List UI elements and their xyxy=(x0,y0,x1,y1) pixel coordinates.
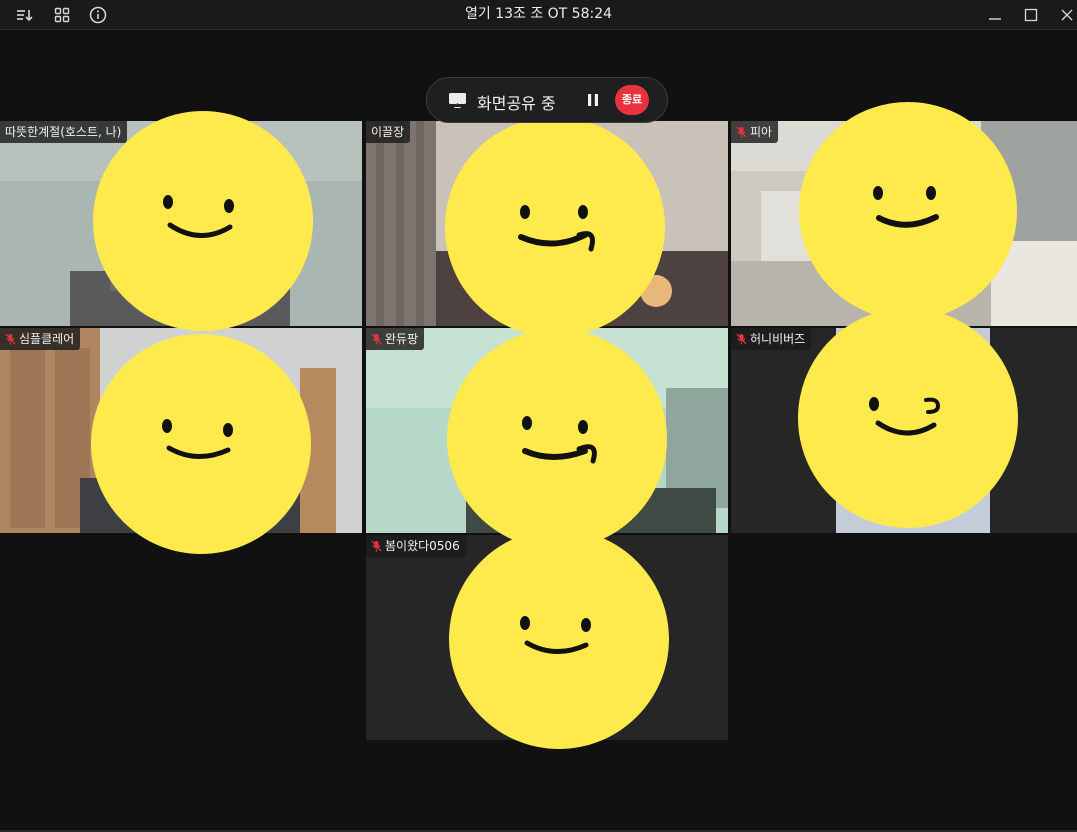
end-share-button[interactable]: 종료 xyxy=(615,85,649,115)
camera-feed xyxy=(0,121,362,326)
close-icon xyxy=(1061,9,1073,21)
participant-name-tag: 따뜻한계절(호스트, 나) xyxy=(0,121,128,143)
participant-name-tag: 완듀팡 xyxy=(366,328,425,350)
participant-name: 따뜻한계절(호스트, 나) xyxy=(5,125,122,139)
video-tile-host[interactable]: 따뜻한계절(호스트, 나) xyxy=(0,121,362,326)
participant-name: 완듀팡 xyxy=(385,332,419,346)
window-title: 열기 13조 조 OT 58:24 xyxy=(464,6,613,22)
camera-feed xyxy=(731,121,1077,326)
video-tile-participant[interactable]: 심플클레어 xyxy=(0,328,362,533)
video-tile-participant[interactable]: 허니비버즈 xyxy=(731,328,1077,533)
mic-muted-icon xyxy=(736,126,747,138)
participant-name-tag: 피아 xyxy=(731,121,779,143)
mic-muted-icon xyxy=(371,333,382,345)
video-tile-participant[interactable]: 완듀팡 xyxy=(366,328,728,533)
pause-icon xyxy=(588,94,598,106)
video-tile-participant[interactable]: 봄이왔다0506 xyxy=(366,535,728,740)
screen-share-control-bar: 화면공유 중 종료 xyxy=(426,77,668,123)
screen-share-status: 화면공유 중 xyxy=(477,94,556,113)
participant-name: 허니비버즈 xyxy=(750,332,806,346)
minimize-button[interactable] xyxy=(984,4,1006,26)
participant-name-tag: 이끌장 xyxy=(366,121,411,143)
participant-name: 봄이왔다0506 xyxy=(385,539,460,553)
title-bar: 열기 13조 조 OT 58:24 xyxy=(0,0,1077,30)
participant-name-tag: 허니비버즈 xyxy=(731,328,812,350)
video-tile-participant[interactable]: 피아 xyxy=(731,121,1077,326)
mic-muted-icon xyxy=(5,333,16,345)
camera-feed xyxy=(366,535,728,740)
camera-feed xyxy=(366,121,728,326)
screen-share-icon xyxy=(448,92,467,109)
participant-name-tag: 봄이왔다0506 xyxy=(366,535,466,557)
camera-feed xyxy=(731,328,1077,533)
maximize-icon xyxy=(1024,8,1038,22)
mic-muted-icon xyxy=(371,540,382,552)
mic-muted-icon xyxy=(736,333,747,345)
minimize-icon xyxy=(989,18,1001,20)
camera-feed xyxy=(0,328,362,533)
close-button[interactable] xyxy=(1056,4,1077,26)
camera-feed xyxy=(366,328,728,533)
pause-share-button[interactable] xyxy=(583,90,603,110)
video-tile-participant[interactable]: 이끌장 xyxy=(366,121,728,326)
participant-name: 피아 xyxy=(750,125,773,139)
meeting-window: 열기 13조 조 OT 58:24 따뜻한계절(호스트, 나) 이끌장 피아 심… xyxy=(0,0,1077,832)
participant-name: 심플클레어 xyxy=(19,332,75,346)
participant-name-tag: 심플클레어 xyxy=(0,328,81,350)
maximize-button[interactable] xyxy=(1020,4,1042,26)
participant-name: 이끌장 xyxy=(371,125,405,139)
